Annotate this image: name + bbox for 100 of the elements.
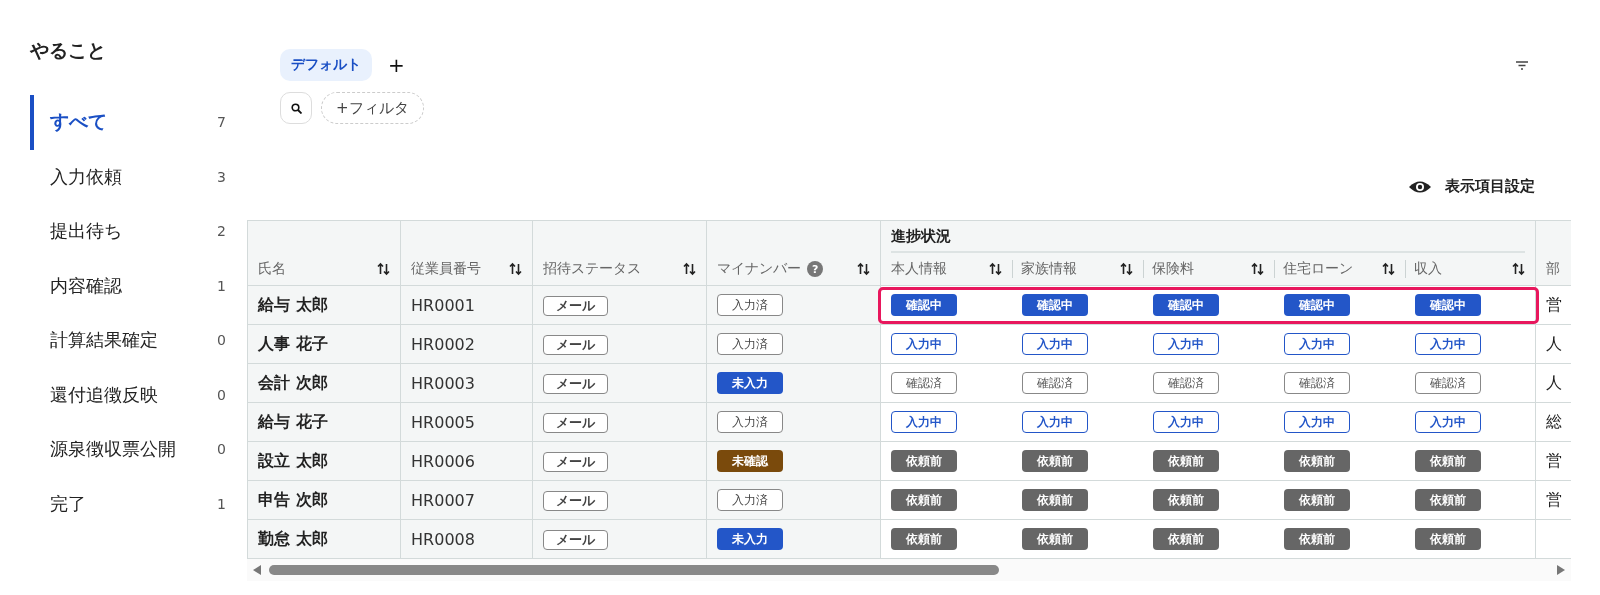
- status-badge: 入力済: [717, 489, 784, 511]
- invite-badge: メール: [543, 412, 608, 433]
- filter-lines-icon[interactable]: [1516, 60, 1528, 70]
- status-badge: 依頼前: [1414, 528, 1481, 550]
- employee-number: HR0001: [411, 295, 475, 315]
- column-header: 収入: [1413, 259, 1442, 278]
- employee-name: 勤怠 太郎: [258, 528, 328, 548]
- sort-icon[interactable]: [857, 262, 871, 276]
- invite-badge: メール: [543, 373, 608, 394]
- employee-name: 給与 花子: [258, 411, 328, 431]
- search-button[interactable]: [280, 92, 312, 124]
- status-badge: 確認中: [1152, 294, 1219, 316]
- add-filter-button[interactable]: +フィルタ: [321, 92, 424, 124]
- item-label: 入力依頼: [50, 164, 123, 189]
- help-icon[interactable]: ?: [807, 261, 824, 277]
- department-text: 営: [1546, 450, 1563, 470]
- status-badge: 入力中: [1283, 411, 1350, 433]
- sort-icon[interactable]: [1512, 261, 1526, 276]
- item-count: 7: [217, 114, 227, 131]
- invite-badge: メール: [543, 490, 608, 511]
- status-badge: 依頼前: [891, 528, 958, 550]
- column-header: 住宅ローン: [1282, 259, 1353, 278]
- status-badge: 依頼前: [1021, 489, 1088, 511]
- item-label: 完了: [50, 491, 87, 516]
- employee-number: HR0006: [411, 451, 475, 471]
- item-label: すべて: [50, 109, 108, 135]
- status-badge: 依頼前: [1021, 528, 1088, 550]
- status-badge: 入力中: [1152, 333, 1219, 355]
- status-badge: 依頼前: [1283, 450, 1350, 472]
- status-badge: 確認中: [891, 294, 958, 316]
- column-header: 部: [1546, 260, 1561, 276]
- status-badge: 入力中: [1414, 333, 1481, 355]
- sidebar-item[interactable]: 完了 1: [30, 476, 247, 531]
- status-badge: 入力中: [1021, 411, 1088, 433]
- item-count: 0: [217, 386, 227, 403]
- department-text: 営: [1546, 489, 1563, 509]
- scrollbar-thumb[interactable]: [269, 565, 999, 575]
- sidebar-item[interactable]: すべて 7: [30, 95, 247, 150]
- employee-number: HR0008: [411, 529, 475, 549]
- sort-icon[interactable]: [509, 262, 522, 276]
- status-badge: 入力中: [891, 411, 958, 433]
- status-badge: 依頼前: [1152, 450, 1219, 472]
- department-text: 総: [1546, 411, 1563, 431]
- status-badge: 入力中: [1414, 411, 1481, 433]
- sort-icon[interactable]: [683, 262, 697, 276]
- sort-icon[interactable]: [1250, 261, 1264, 276]
- status-badge: 確認済: [1283, 372, 1350, 394]
- sidebar-title: やること: [30, 38, 107, 63]
- employee-number: HR0007: [411, 490, 475, 510]
- sort-icon[interactable]: [1119, 261, 1133, 276]
- status-badge: 依頼前: [1283, 489, 1350, 511]
- item-count: 2: [217, 223, 227, 240]
- status-badge: 確認済: [1414, 372, 1481, 394]
- status-badge: 依頼前: [1152, 528, 1219, 550]
- status-badge: 依頼前: [1283, 528, 1350, 550]
- sort-icon[interactable]: [377, 262, 391, 276]
- status-badge: 確認中: [1021, 294, 1088, 316]
- status-badge: 入力済: [717, 294, 784, 316]
- view-tab[interactable]: デフォルト: [280, 49, 372, 81]
- employee-name: 人事 花子: [258, 333, 328, 353]
- item-label: 還付追徴反映: [50, 382, 159, 407]
- status-badge: 入力済: [717, 333, 784, 355]
- horizontal-scrollbar[interactable]: [247, 559, 1571, 581]
- sidebar-item[interactable]: 還付追徴反映 0: [30, 367, 247, 422]
- employee-name: 給与 太郎: [258, 294, 328, 314]
- sidebar-item[interactable]: 内容確認 1: [30, 258, 247, 313]
- scroll-left-icon[interactable]: [253, 565, 261, 575]
- status-badge: 入力中: [1152, 411, 1219, 433]
- scroll-right-icon[interactable]: [1557, 565, 1565, 575]
- sidebar-item[interactable]: 提出待ち 2: [30, 204, 247, 259]
- status-badge: 依頼前: [1414, 450, 1481, 472]
- status-badge: 依頼前: [1021, 450, 1088, 472]
- status-badge: 入力中: [891, 333, 958, 355]
- invite-badge: メール: [543, 334, 608, 355]
- employee-name: 会計 次郎: [258, 372, 328, 392]
- invite-badge: メール: [543, 529, 608, 550]
- sidebar-item[interactable]: 源泉徴収票公開 0: [30, 422, 247, 477]
- column-header: 氏名: [258, 260, 286, 278]
- sidebar-item[interactable]: 入力依頼 3: [30, 149, 247, 204]
- item-label: 内容確認: [50, 273, 123, 298]
- display-settings-button[interactable]: 表示項目設定: [1409, 177, 1535, 196]
- status-badge: 確認済: [1152, 372, 1219, 394]
- add-view-button[interactable]: +: [382, 53, 411, 77]
- employee-name: 設立 太郎: [258, 450, 328, 470]
- employee-number: HR0003: [411, 373, 475, 393]
- sidebar-item[interactable]: 計算結果確定 0: [30, 313, 247, 368]
- employee-name: 申告 次郎: [258, 489, 328, 509]
- item-count: 0: [217, 332, 227, 349]
- column-header: 従業員番号: [411, 260, 482, 278]
- status-badge: 依頼前: [891, 450, 958, 472]
- status-badge: 依頼前: [1414, 489, 1481, 511]
- status-badge: 確認済: [891, 372, 958, 394]
- item-count: 0: [217, 441, 227, 458]
- status-badge: 依頼前: [891, 489, 958, 511]
- sort-icon[interactable]: [1381, 261, 1395, 276]
- status-badge: 確認中: [1283, 294, 1350, 316]
- sort-icon[interactable]: [988, 261, 1002, 276]
- status-badge: 入力済: [717, 411, 784, 433]
- status-badge: 未入力: [717, 372, 784, 394]
- status-badge: 未入力: [717, 528, 784, 550]
